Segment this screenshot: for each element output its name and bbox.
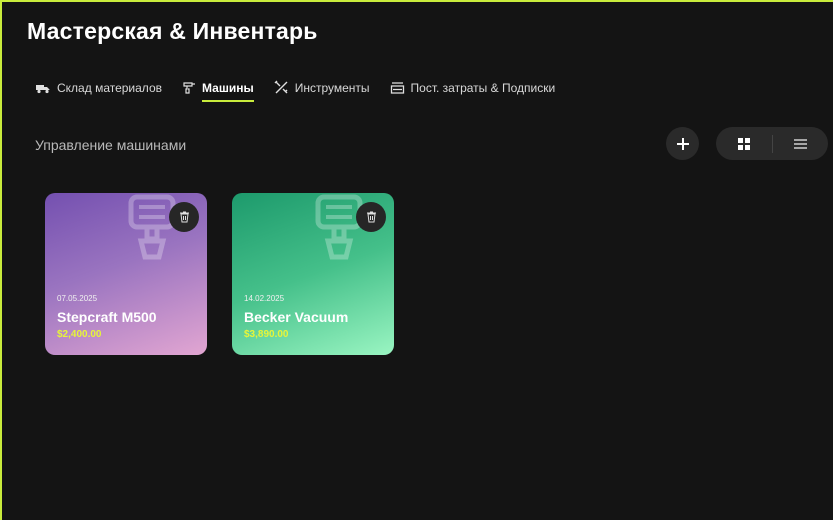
tab-machines[interactable]: Машины xyxy=(182,80,254,102)
stack-icon xyxy=(390,81,405,95)
trash-icon xyxy=(179,211,189,223)
card-name: Stepcraft M500 xyxy=(57,309,157,325)
list-icon xyxy=(793,138,807,149)
tab-fixed-costs[interactable]: Пост. затраты & Подписки xyxy=(390,80,556,95)
trash-icon xyxy=(366,211,376,223)
app-frame: Мастерская & Инвентарь Склад материалов … xyxy=(0,0,833,520)
tab-label: Склад материалов xyxy=(57,80,162,95)
delete-button[interactable] xyxy=(356,202,386,232)
tools-icon xyxy=(274,80,289,95)
drill-icon xyxy=(182,81,196,95)
machine-card[interactable]: 14.02.2025 Becker Vacuum $3,890.00 xyxy=(232,193,394,355)
grid-icon xyxy=(737,137,750,150)
card-price: $3,890.00 xyxy=(244,329,289,340)
list-view-button[interactable] xyxy=(772,127,828,160)
section-title: Управление машинами xyxy=(35,137,187,153)
delete-button[interactable] xyxy=(169,202,199,232)
machine-card[interactable]: 07.05.2025 Stepcraft M500 $2,400.00 xyxy=(45,193,207,355)
truck-icon xyxy=(35,82,51,94)
tab-label: Машины xyxy=(202,80,254,95)
page-title: Мастерская & Инвентарь xyxy=(27,18,318,44)
tab-label: Инструменты xyxy=(294,80,370,95)
card-date: 14.02.2025 xyxy=(244,294,285,303)
card-name: Becker Vacuum xyxy=(244,309,349,325)
card-price: $2,400.00 xyxy=(57,329,102,340)
tab-label: Пост. затраты & Подписки xyxy=(410,80,556,95)
view-toggle xyxy=(716,127,828,160)
grid-view-button[interactable] xyxy=(716,127,772,160)
tab-materials[interactable]: Склад материалов xyxy=(35,81,162,95)
card-date: 07.05.2025 xyxy=(57,294,98,303)
plus-icon xyxy=(676,137,689,150)
tab-tools[interactable]: Инструменты xyxy=(274,80,370,95)
tab-bar: Склад материалов Машины Инструменты Пост… xyxy=(35,80,575,102)
add-machine-button[interactable] xyxy=(666,127,699,160)
